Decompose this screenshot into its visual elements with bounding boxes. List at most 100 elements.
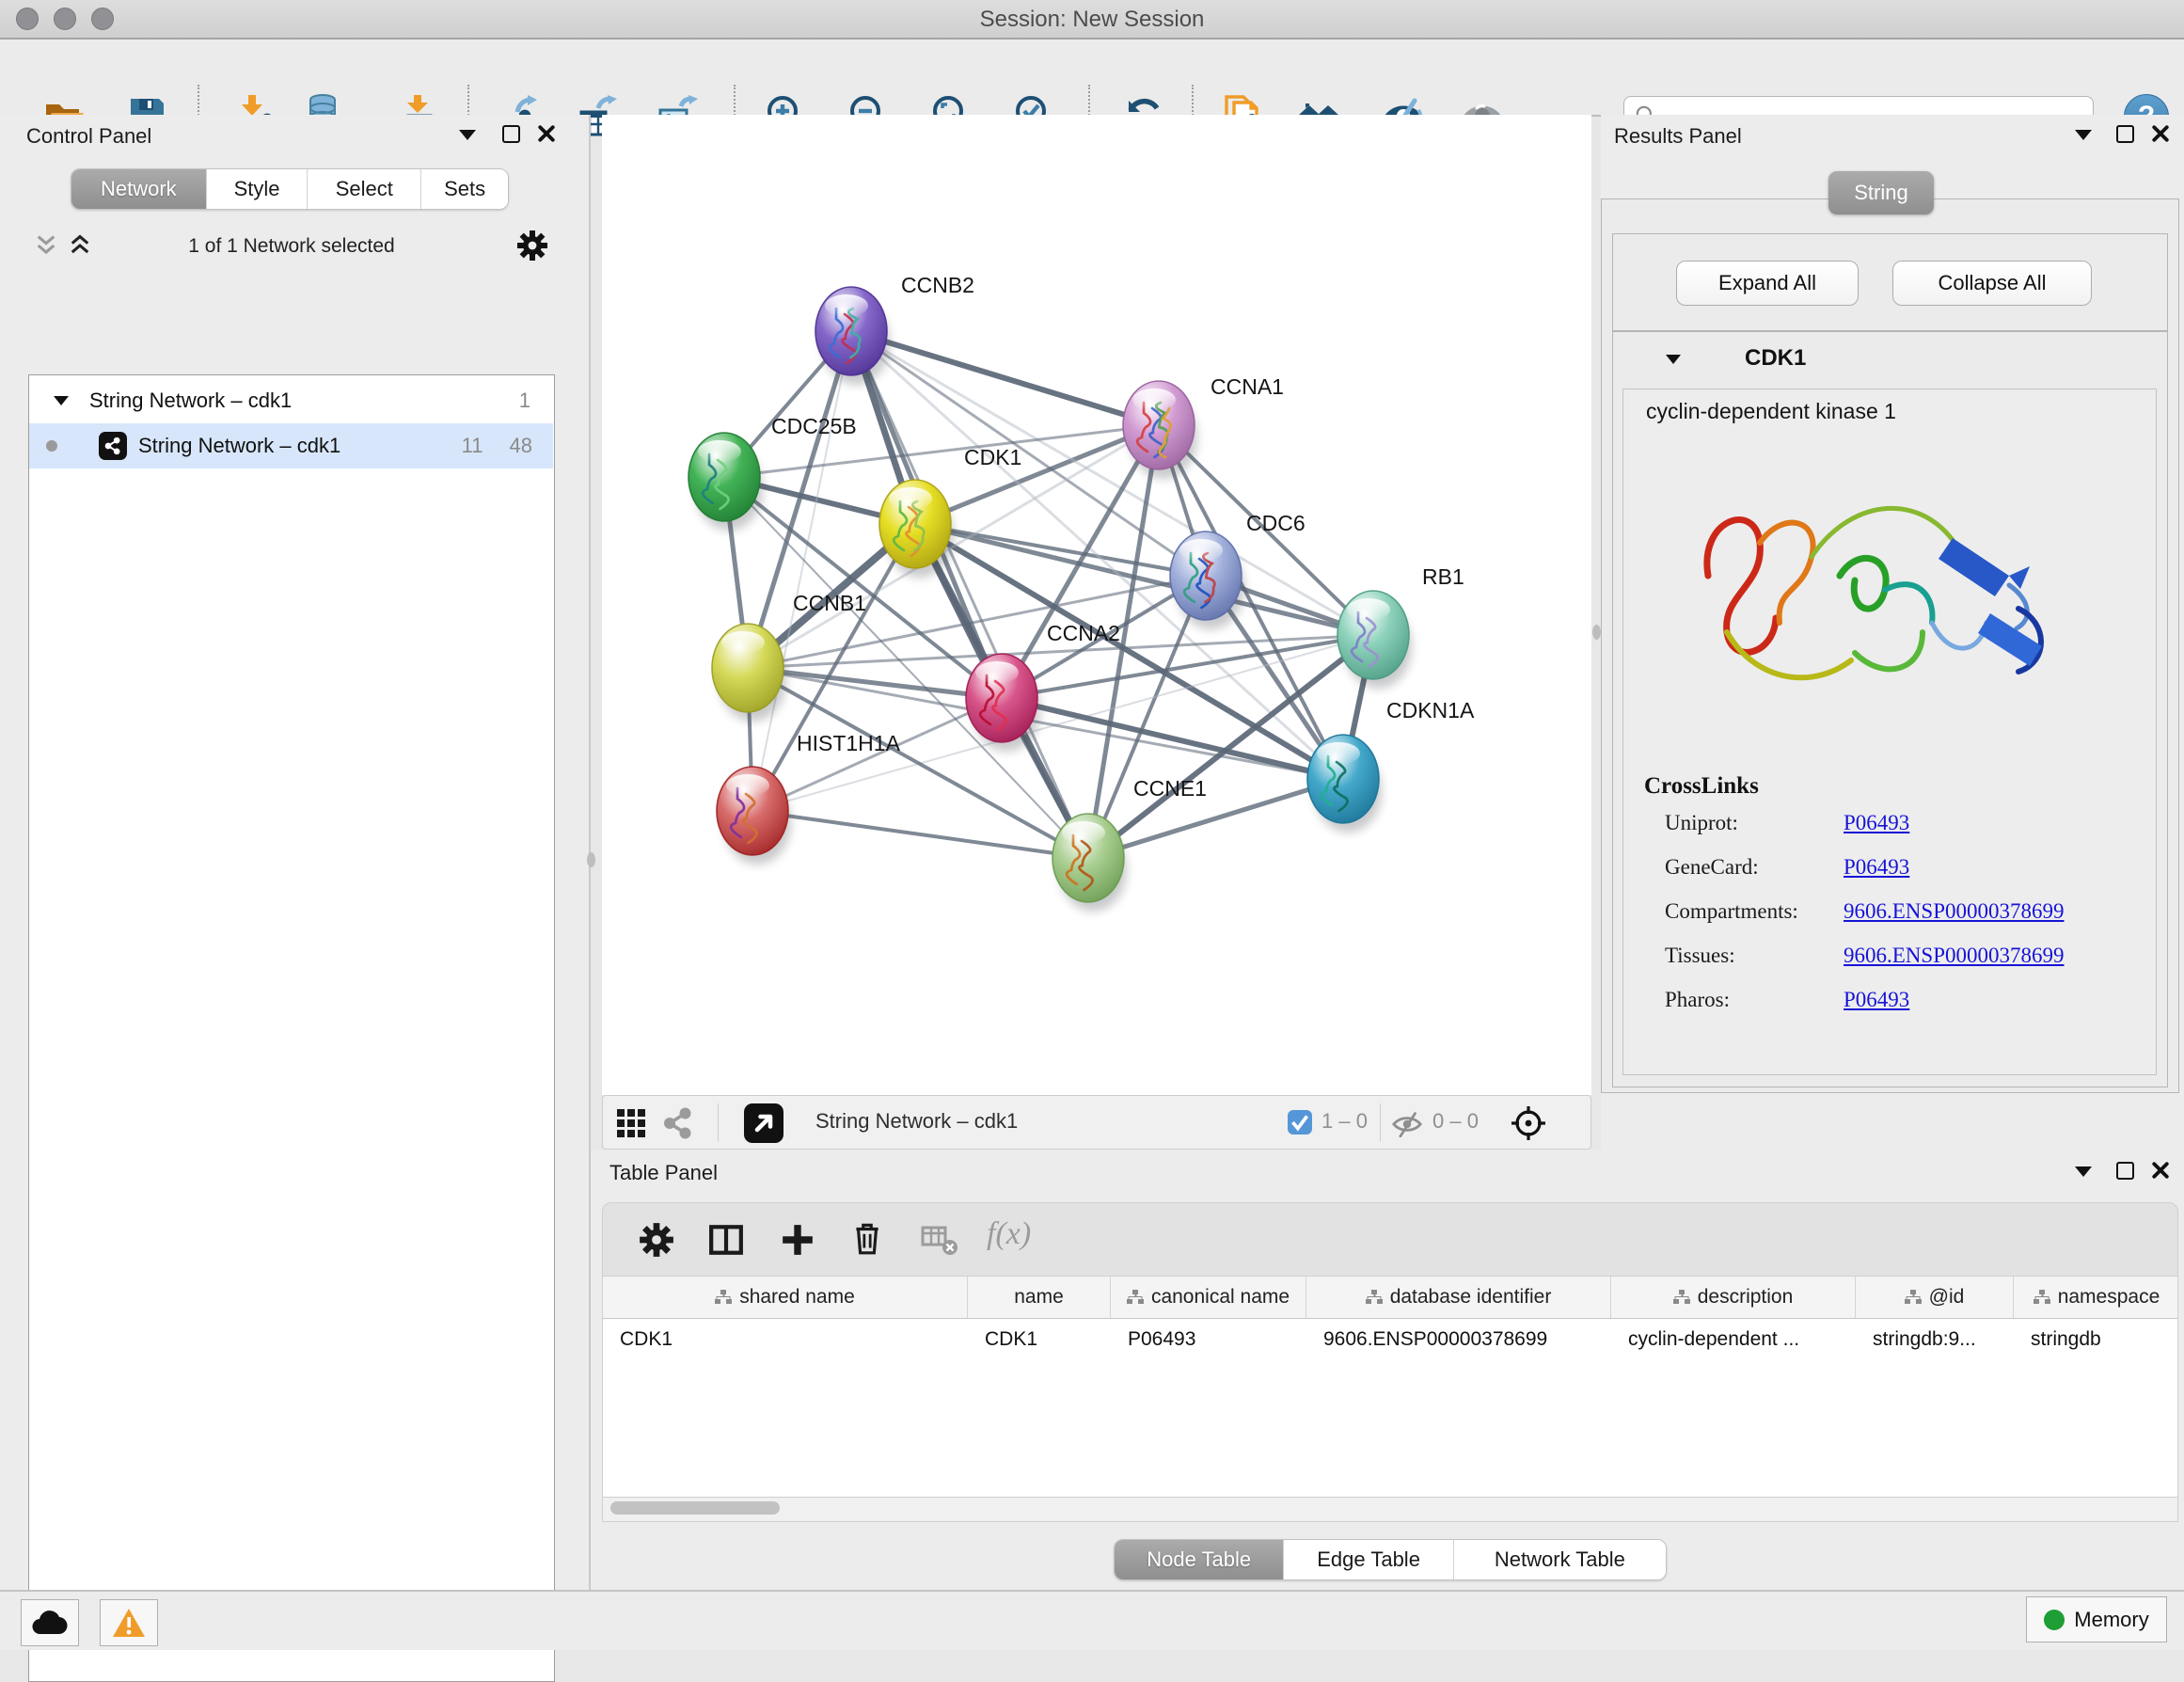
hidden-eye-icon[interactable]	[1391, 1108, 1423, 1140]
crosslink-label: Tissues:	[1665, 944, 1735, 968]
panel-collapse-icon[interactable]	[2075, 130, 2092, 140]
network-node-CDK1[interactable]	[879, 480, 954, 578]
network-edge-CCNB2-CCNE1[interactable]	[851, 331, 1088, 858]
crosslink-link[interactable]: 9606.ENSP00000378699	[1844, 944, 2065, 968]
network-node-CDC6[interactable]	[1170, 532, 1244, 629]
cell-namespace[interactable]: stringdb	[2014, 1319, 2178, 1360]
cell-canonical-name[interactable]: P06493	[1111, 1319, 1306, 1360]
tab-network-table[interactable]: Network Table	[1454, 1540, 1666, 1579]
network-share-view-icon[interactable]	[661, 1106, 695, 1140]
panel-close-icon[interactable]	[538, 125, 555, 142]
main-toolbar: ?	[0, 40, 2184, 117]
network-node-CDKN1A[interactable]	[1307, 735, 1382, 833]
network-node-CCNB1[interactable]	[712, 624, 786, 722]
cell-database-identifier[interactable]: 9606.ENSP00000378699	[1306, 1319, 1611, 1360]
network-edge-CCNB2-CCNA1[interactable]	[851, 331, 1159, 425]
network-collection-row[interactable]: String Network – cdk1 1	[29, 378, 553, 423]
cdk1-entry-name: CDK1	[1745, 345, 1806, 372]
results-panel: Results Panel String Expand All Collapse…	[1601, 115, 2184, 1150]
column-header-shared-name[interactable]: shared name	[603, 1277, 968, 1318]
delete-table-icon[interactable]	[921, 1226, 958, 1256]
tab-style[interactable]: Style	[207, 169, 309, 209]
crosslink-label: GeneCard:	[1665, 855, 1759, 880]
vertical-splitter-handle[interactable]	[587, 852, 595, 867]
network-options-gear-icon[interactable]	[516, 230, 548, 262]
network-node-HIST1H1A[interactable]	[717, 767, 791, 865]
panel-close-icon[interactable]	[2152, 1162, 2169, 1179]
selected-checkbox-icon[interactable]	[1288, 1110, 1312, 1135]
cell-id[interactable]: stringdb:9...	[1856, 1319, 2014, 1360]
network-node-label: CCNB2	[901, 273, 974, 297]
column-header-id[interactable]: @id	[1856, 1277, 2014, 1318]
table-row[interactable]: CDK1 CDK1 P06493 9606.ENSP00000378699 cy…	[603, 1319, 2177, 1360]
network-node-RB1[interactable]	[1337, 591, 1412, 689]
network-edge-CCNA2-CDKN1A[interactable]	[1002, 698, 1343, 779]
tab-network[interactable]: Network	[71, 169, 207, 209]
network-node-label: CCNA1	[1211, 374, 1284, 399]
panel-collapse-icon[interactable]	[459, 130, 476, 140]
crosslink-link[interactable]: P06493	[1844, 855, 1909, 880]
panel-float-icon[interactable]	[502, 125, 520, 143]
column-header-name[interactable]: name	[968, 1277, 1111, 1318]
cell-shared-name[interactable]: CDK1	[603, 1319, 968, 1360]
network-node-CCNE1[interactable]	[1052, 814, 1127, 912]
column-type-icon	[715, 1290, 732, 1305]
delete-column-trash-icon[interactable]	[849, 1220, 885, 1256]
crosslink-link[interactable]: 9606.ENSP00000378699	[1844, 899, 2065, 924]
collapse-all-networks-icon[interactable]	[34, 233, 58, 258]
cdk1-expander-icon[interactable]	[1666, 355, 1681, 364]
warning-triangle-icon	[112, 1607, 146, 1639]
column-header-namespace[interactable]: namespace	[2014, 1277, 2178, 1318]
selected-node-edge-counts: 1 – 0	[1321, 1109, 1368, 1134]
collection-expander-icon[interactable]	[54, 396, 69, 405]
memory-button[interactable]: Memory	[2026, 1596, 2167, 1642]
hidden-node-edge-counts: 0 – 0	[1432, 1109, 1479, 1134]
network-canvas[interactable]: CCNB2CCNA1CDC25BCDK1CDC6RB1CCNB1CCNA2CDK…	[602, 115, 1591, 1095]
show-columns-icon[interactable]	[708, 1222, 744, 1258]
network-edge-CDKN1A-CCNE1[interactable]	[1088, 779, 1343, 858]
table-settings-gear-icon[interactable]	[639, 1222, 674, 1258]
expand-all-button[interactable]: Expand All	[1676, 261, 1859, 306]
table-hscrollbar-thumb[interactable]	[610, 1501, 780, 1515]
function-builder-icon[interactable]: f(x)	[987, 1216, 1031, 1252]
network-edge-HIST1H1A-CCNE1[interactable]	[752, 811, 1088, 858]
network-edge-CDK1-RB1[interactable]	[915, 524, 1373, 635]
panel-float-icon[interactable]	[2116, 1162, 2134, 1180]
results-panel-title: Results Panel	[1614, 124, 1742, 149]
panel-close-icon[interactable]	[2152, 125, 2169, 142]
collapse-all-button[interactable]: Collapse All	[1892, 261, 2092, 306]
birdseye-navigator-icon[interactable]	[1510, 1104, 1547, 1142]
column-header-database-identifier[interactable]: database identifier	[1306, 1277, 1611, 1318]
table-toolbar: f(x)	[602, 1202, 2178, 1276]
network-row[interactable]: String Network – cdk1 11 48	[29, 423, 553, 468]
cell-description[interactable]: cyclin-dependent ...	[1611, 1319, 1856, 1360]
network-name: String Network – cdk1	[138, 434, 340, 458]
tab-node-table[interactable]: Node Table	[1115, 1540, 1284, 1579]
grid-view-icon[interactable]	[616, 1108, 646, 1138]
column-header-description[interactable]: description	[1611, 1277, 1856, 1318]
cell-name[interactable]: CDK1	[968, 1319, 1111, 1360]
network-node-label: CDC25B	[771, 414, 857, 438]
network-node-label: CDC6	[1246, 511, 1306, 535]
network-node-CCNB2[interactable]	[815, 287, 890, 385]
cloud-status-button[interactable]	[21, 1599, 79, 1646]
network-node-CCNA2[interactable]	[966, 654, 1040, 752]
network-node-label: RB1	[1422, 564, 1464, 589]
warnings-button[interactable]	[100, 1599, 158, 1646]
column-header-canonical-name[interactable]: canonical name	[1111, 1277, 1306, 1318]
table-tabs: Node Table Edge Table Network Table	[1114, 1539, 1667, 1580]
crosslink-link[interactable]: P06493	[1844, 988, 1909, 1012]
table-hscrollbar-track[interactable]	[602, 1498, 2178, 1522]
crosslink-link[interactable]: P06493	[1844, 811, 1909, 835]
tab-sets[interactable]: Sets	[421, 169, 508, 209]
panel-collapse-icon[interactable]	[2075, 1166, 2092, 1177]
network-node-CDC25B[interactable]	[688, 433, 763, 531]
tab-edge-table[interactable]: Edge Table	[1284, 1540, 1453, 1579]
vertical-splitter-handle[interactable]	[1592, 625, 1601, 640]
panel-float-icon[interactable]	[2116, 125, 2134, 143]
tab-string[interactable]: String	[1828, 171, 1934, 214]
detach-view-button[interactable]	[744, 1103, 783, 1143]
add-column-icon[interactable]	[780, 1222, 815, 1258]
collection-name: String Network – cdk1	[89, 389, 292, 413]
tab-select[interactable]: Select	[308, 169, 421, 209]
